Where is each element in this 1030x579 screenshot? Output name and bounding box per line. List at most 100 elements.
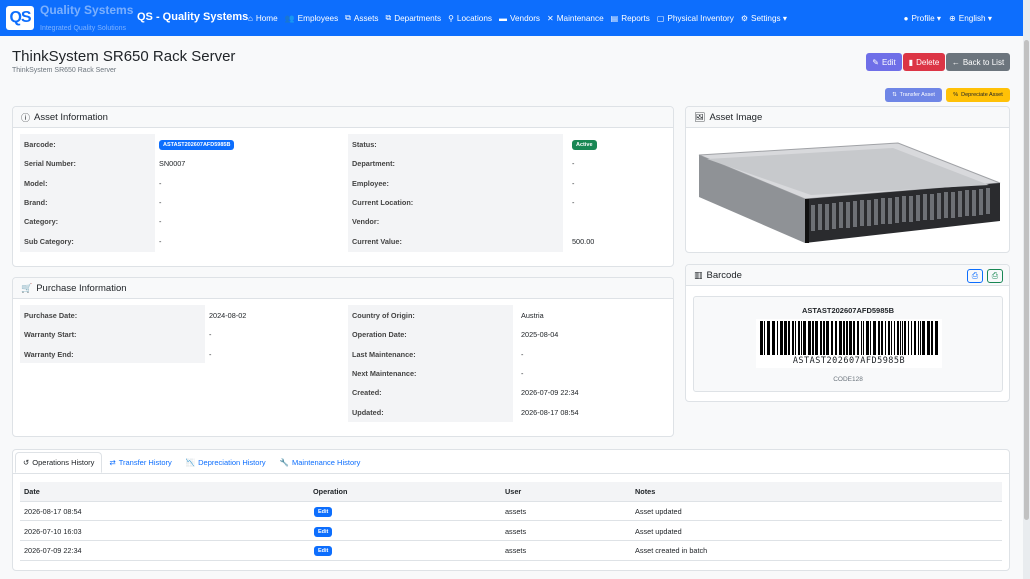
barcode-bar	[931, 321, 933, 355]
nav-item-locations[interactable]: ⚲ Locations	[448, 14, 492, 23]
value-serial-number: SN0007	[159, 159, 186, 168]
label-current-value: Current Value:	[352, 237, 402, 246]
table-row-date: 2026-08-17 08:54	[24, 507, 82, 516]
tab-label: Depreciation History	[198, 458, 266, 467]
barcode-bar	[826, 321, 829, 355]
map-marker-icon: ⚲	[448, 13, 454, 23]
value-next-maintenance: -	[521, 369, 524, 378]
barcode-bar	[772, 321, 775, 355]
card-title: Purchase Information	[36, 282, 127, 294]
barcode-bar	[803, 321, 806, 355]
nav-item-maintenance[interactable]: ✕ Maintenance	[547, 14, 604, 23]
label-status: Status:	[352, 140, 377, 149]
profile-dropdown[interactable]: ● Profile ▾	[904, 13, 942, 24]
table-row-user: assets	[505, 507, 527, 516]
card-title: Barcode	[706, 269, 742, 281]
barcode-bar	[764, 321, 765, 355]
scrollbar-thumb[interactable]	[1024, 40, 1029, 520]
label-column-bg	[348, 134, 563, 252]
label-serial-number: Serial Number:	[24, 159, 76, 168]
nav-item-label: Physical Inventory	[667, 13, 734, 23]
delete-button[interactable]: ▮ Delete	[903, 53, 945, 71]
edit-button[interactable]: ✎ Edit	[866, 53, 902, 71]
sitemap-icon: ⧉	[385, 13, 392, 22]
barcode-bar	[839, 321, 842, 355]
print-label-button[interactable]: ⎙	[987, 269, 1003, 283]
nav-item-assets[interactable]: ⧉ Assets	[345, 13, 378, 23]
nav-item-label: Home	[255, 13, 278, 23]
table-row-notes: Asset updated	[635, 507, 682, 516]
tab-border	[12, 473, 1010, 474]
tab-transfer-history[interactable]: ⇄ Transfer History	[102, 452, 178, 473]
barcode-bar	[902, 321, 903, 355]
barcode-badge: ASTAST202607AFD5985B	[159, 139, 235, 150]
nav-item-label: Locations	[456, 13, 492, 23]
depreciate-label: Depreciate Asset	[961, 92, 1003, 98]
nav-item-reports[interactable]: ▤ Reports	[611, 14, 650, 23]
label-barcode: Barcode:	[24, 140, 56, 149]
value-last-maintenance: -	[521, 350, 524, 359]
table-row-date: 2026-07-10 16:03	[24, 527, 82, 536]
barcode-bar	[795, 321, 796, 355]
nav-item-settings[interactable]: ⚙ Settings ▾	[741, 13, 788, 24]
asset-image-header: 🖼 Asset Image	[686, 107, 1009, 128]
back-to-list-button[interactable]: ← Back to List	[946, 53, 1010, 71]
profile-label: Profile ▾	[911, 14, 942, 23]
nav-item-physical-inventory[interactable]: ▢ Physical Inventory	[657, 14, 734, 23]
transfer-asset-button[interactable]: ⇅ Transfer Asset	[885, 88, 942, 102]
nav-item-label: Assets	[353, 13, 379, 23]
barcode-bar	[835, 321, 837, 355]
barcode-bar	[760, 321, 763, 355]
asset-information-header: ⓘ Asset Information	[13, 107, 673, 128]
tab-depreciation-history[interactable]: 📉 Depreciation History	[179, 452, 273, 473]
depreciate-asset-button[interactable]: % Depreciate Asset	[946, 88, 1010, 102]
tab-maintenance-history[interactable]: 🔧 Maintenance History	[273, 452, 368, 473]
barcode-bar	[894, 321, 895, 355]
value-category: -	[159, 217, 162, 226]
nav-right: ● Profile ▾ ⊕ English ▾	[896, 0, 992, 36]
barcode-type: CODE128	[833, 376, 863, 383]
label-model: Model:	[24, 179, 48, 188]
barcode-bar	[922, 321, 925, 355]
page-title: ThinkSystem SR650 Rack Server	[12, 48, 236, 65]
table-row-notes: Asset created in batch	[635, 546, 708, 555]
barcode-bar	[873, 321, 876, 355]
label-country-of-origin: Country of Origin:	[352, 311, 415, 320]
edit-label: Edit	[881, 57, 896, 67]
trash-icon: ▮	[908, 57, 914, 67]
value-warranty-end: -	[209, 350, 212, 359]
logo[interactable]: QS	[6, 6, 34, 30]
barcode-panel: ASTAST202607AFD5985B ASTAST202607AFD5985…	[693, 296, 1003, 392]
nav-item-employees[interactable]: 👥 Employees	[285, 14, 338, 23]
value-current-value: 500.00	[572, 237, 595, 246]
barcode-bar	[911, 321, 912, 355]
label-vendor: Vendor:	[352, 217, 380, 226]
language-dropdown[interactable]: ⊕ English ▾	[949, 13, 992, 24]
barcode-bar	[881, 321, 883, 355]
label-current-location: Current Location:	[352, 198, 414, 207]
barcode-bar	[798, 321, 800, 355]
operation-badge: Edit	[314, 526, 333, 537]
globe-icon: ⊕	[949, 13, 956, 23]
print-barcode-button[interactable]: ⎙	[967, 269, 983, 283]
nav-item-departments[interactable]: ⧉ Departments	[385, 13, 441, 23]
label-sub-category: Sub Category:	[24, 237, 74, 246]
tab-label: Operations History	[32, 458, 95, 467]
vertical-scrollbar[interactable]	[1023, 0, 1030, 579]
nav-item-label: Settings ▾	[751, 14, 788, 23]
row-divider	[20, 560, 1002, 561]
brand-link[interactable]: QS - Quality Systems	[137, 11, 248, 23]
barcode-bar	[935, 321, 938, 355]
nav-item-vendors[interactable]: ▬ Vendors	[499, 14, 540, 23]
purchase-information-header: 🛒 Purchase Information	[13, 278, 673, 299]
barcode-bar	[831, 321, 833, 355]
tab-operations-history[interactable]: ↺ Operations History	[15, 452, 103, 473]
label-column-bg	[20, 134, 155, 252]
barcode-bar	[849, 321, 852, 355]
barcode-icon: ▥	[694, 269, 703, 280]
barcode-bar	[866, 321, 869, 355]
table-row-user: assets	[505, 527, 527, 536]
percent-icon: %	[953, 92, 959, 98]
nav-item-home[interactable]: ⌂ Home	[248, 14, 278, 23]
table-row-user: assets	[505, 546, 527, 555]
